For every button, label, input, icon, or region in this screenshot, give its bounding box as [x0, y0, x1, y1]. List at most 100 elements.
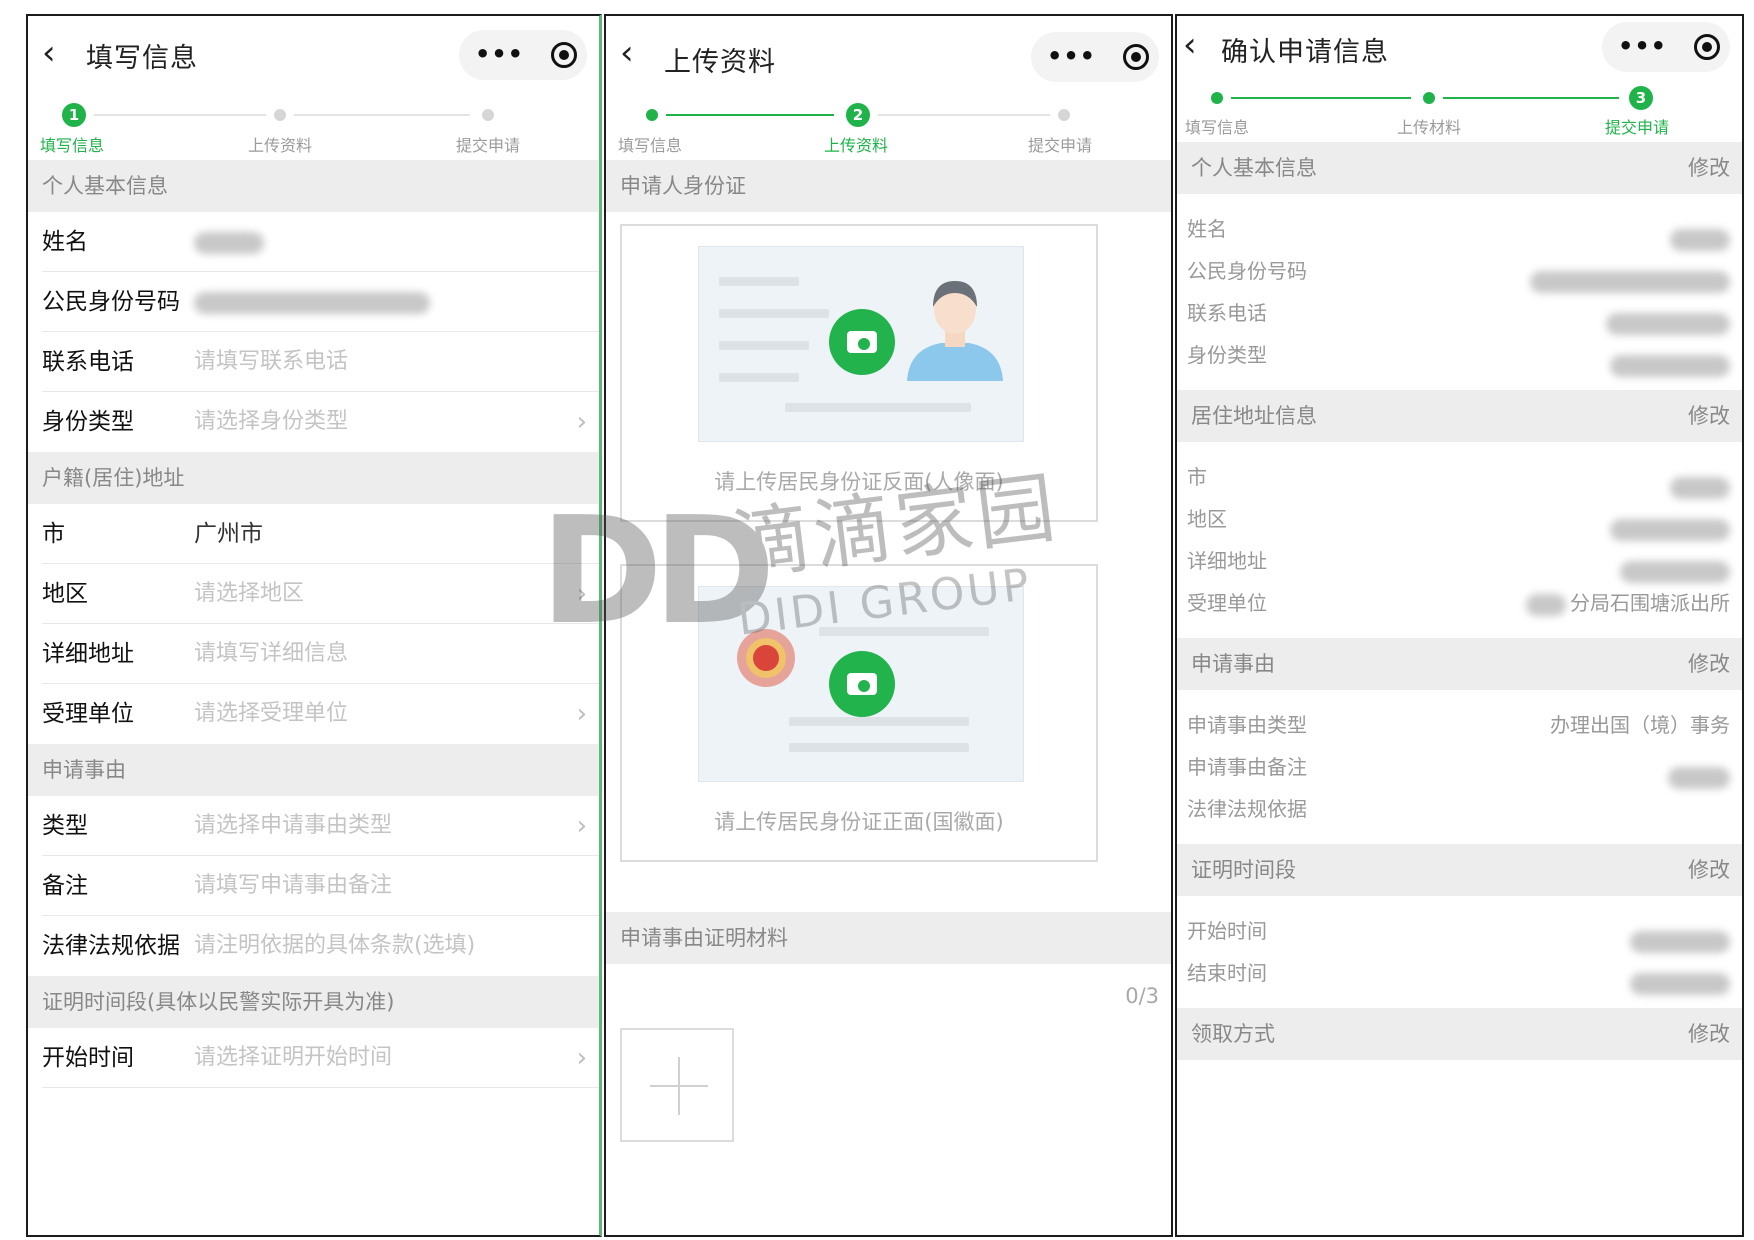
add-material-button[interactable]	[620, 1028, 734, 1142]
step-1-label: 填写信息	[1185, 118, 1250, 137]
step-3-marker	[1058, 109, 1070, 121]
step-2-marker	[1423, 92, 1435, 104]
id-emblem-illustration	[698, 586, 1024, 782]
close-miniapp-icon[interactable]	[551, 42, 577, 68]
summary-row: 地区	[1177, 498, 1742, 541]
summary-row: 法律法规依据	[1177, 788, 1742, 830]
mini-program-capsule: •••	[1031, 32, 1159, 82]
reason-list: 申请事由类型 办理出国（境）事务 申请事由备注 法律法规依据	[1177, 690, 1742, 844]
detail-address-field[interactable]: 详细地址 请填写详细信息	[42, 624, 599, 684]
step-2-marker: 2	[846, 103, 870, 127]
section-title: 申请事由	[1191, 652, 1275, 676]
step-connector	[294, 114, 470, 116]
section-title: 领取方式	[1191, 1022, 1275, 1046]
close-miniapp-icon[interactable]	[1694, 34, 1720, 60]
chevron-right-icon: ›	[576, 579, 587, 609]
section-title: 证明时间段	[1191, 858, 1296, 882]
field-label: 法律法规依据	[42, 933, 180, 959]
step-connector	[1443, 97, 1619, 99]
city-value: 广州市	[194, 521, 263, 547]
step-2-label: 上传材料	[1397, 118, 1462, 137]
fill-info-screen: ‹ 填写信息 ••• 1 填写信息 上传资料 提交申请 个人基本信息 姓名 公民…	[26, 14, 602, 1237]
blurred-value	[1630, 962, 1730, 1004]
summary-row: 详细地址	[1177, 540, 1742, 583]
section-period: 证明时间段(具体以民警实际开具为准)	[28, 976, 599, 1028]
reason-type-select[interactable]: 类型 请选择申请事由类型 ›	[42, 796, 599, 856]
reason-note-field[interactable]: 备注 请填写申请事由备注	[42, 856, 599, 916]
step-1-label: 填写信息	[618, 136, 683, 155]
edit-pickup-button[interactable]: 修改	[1688, 1008, 1730, 1060]
more-icon[interactable]: •••	[1618, 32, 1667, 60]
row-label: 公民身份号码	[1187, 259, 1307, 283]
upload-id-front[interactable]: 请上传居民身份证正面(国徽面)	[620, 564, 1098, 862]
back-icon[interactable]: ‹	[1183, 28, 1197, 62]
id-type-select[interactable]: 身份类型 请选择身份类型 ›	[42, 392, 599, 452]
row-label: 法律法规依据	[1187, 797, 1307, 821]
law-basis-field[interactable]: 法律法规依据 请注明依据的具体条款(选填)	[42, 916, 599, 976]
upload-id-back[interactable]: 请上传居民身份证反面(人像面)	[620, 224, 1098, 522]
mini-program-capsule: •••	[1602, 22, 1730, 72]
field-label: 联系电话	[42, 349, 134, 375]
field-label: 类型	[42, 813, 88, 839]
edit-address-button[interactable]: 修改	[1688, 390, 1730, 442]
step-indicator: 3 填写信息 上传材料 提交申请	[1177, 86, 1742, 142]
section-reason: 申请事由 修改	[1177, 638, 1742, 690]
field-label: 市	[42, 521, 65, 547]
start-time-placeholder: 请选择证明开始时间	[194, 1045, 393, 1070]
id-number-field[interactable]: 公民身份号码	[42, 272, 599, 332]
row-label: 身份类型	[1187, 343, 1267, 367]
address-list: 市 地区 详细地址 受理单位 分局石围塘派出所	[1177, 442, 1742, 638]
reason-note-placeholder: 请填写申请事由备注	[194, 873, 393, 898]
city-field[interactable]: 市 广州市	[42, 504, 599, 564]
edit-basic-button[interactable]: 修改	[1688, 142, 1730, 194]
phone-placeholder: 请填写联系电话	[194, 349, 349, 374]
more-icon[interactable]: •••	[1047, 42, 1096, 70]
reason-type-placeholder: 请选择申请事由类型	[194, 813, 393, 838]
back-icon[interactable]: ‹	[620, 36, 634, 70]
step-3-label: 提交申请	[1028, 136, 1093, 155]
law-basis-placeholder: 请注明依据的具体条款(选填)	[194, 933, 476, 958]
close-miniapp-icon[interactable]	[1123, 44, 1149, 70]
step-1-label: 填写信息	[40, 136, 105, 155]
material-upload-area: 0/3	[606, 964, 1171, 1224]
phone-field[interactable]: 联系电话 请填写联系电话	[42, 332, 599, 392]
camera-icon[interactable]	[829, 309, 895, 375]
section-material: 申请事由证明材料	[606, 912, 1171, 964]
step-indicator: 1 填写信息 上传资料 提交申请	[28, 94, 599, 160]
field-label: 受理单位	[42, 701, 134, 727]
id-type-placeholder: 请选择身份类型	[194, 409, 349, 434]
summary-row: 市	[1177, 456, 1742, 499]
summary-row: 申请事由备注	[1177, 746, 1742, 789]
edit-period-button[interactable]: 修改	[1688, 844, 1730, 896]
section-basic-info: 个人基本信息 修改	[1177, 142, 1742, 194]
upload-back-caption: 请上传居民身份证反面(人像面)	[714, 470, 1004, 494]
upload-front-caption: 请上传居民身份证正面(国徽面)	[714, 810, 1004, 834]
camera-icon[interactable]	[829, 651, 895, 717]
row-label: 申请事由备注	[1187, 755, 1307, 779]
district-select[interactable]: 地区 请选择地区 ›	[42, 564, 599, 624]
start-time-select[interactable]: 开始时间 请选择证明开始时间 ›	[42, 1028, 599, 1088]
more-icon[interactable]: •••	[475, 40, 524, 68]
field-label: 身份类型	[42, 409, 134, 435]
edit-reason-button[interactable]: 修改	[1688, 638, 1730, 690]
section-address: 居住地址信息 修改	[1177, 390, 1742, 442]
section-reason: 申请事由	[28, 744, 599, 796]
field-label: 姓名	[42, 229, 88, 255]
field-label: 备注	[42, 873, 88, 899]
back-icon[interactable]: ‹	[42, 36, 56, 70]
office-placeholder: 请选择受理单位	[194, 701, 349, 726]
name-field[interactable]: 姓名	[42, 212, 599, 272]
confirm-screen: ‹ 确认申请信息 ••• 3 填写信息 上传材料 提交申请 个人基本信息 修改 …	[1175, 14, 1744, 1237]
reason-type-value: 办理出国（境）事务	[1550, 713, 1730, 737]
blurred-value	[194, 272, 430, 332]
step-2-marker	[274, 109, 286, 121]
office-select[interactable]: 受理单位 请选择受理单位 ›	[42, 684, 599, 744]
nav-bar: ‹ 上传资料 •••	[606, 16, 1171, 94]
step-connector	[94, 114, 266, 116]
row-label: 受理单位	[1187, 591, 1267, 615]
nav-bar: ‹ 确认申请信息 •••	[1177, 16, 1742, 88]
row-label: 联系电话	[1187, 301, 1267, 325]
office-value: 分局石围塘派出所	[1526, 582, 1730, 624]
detail-placeholder: 请填写详细信息	[194, 641, 349, 666]
section-period: 证明时间段 修改	[1177, 844, 1742, 896]
